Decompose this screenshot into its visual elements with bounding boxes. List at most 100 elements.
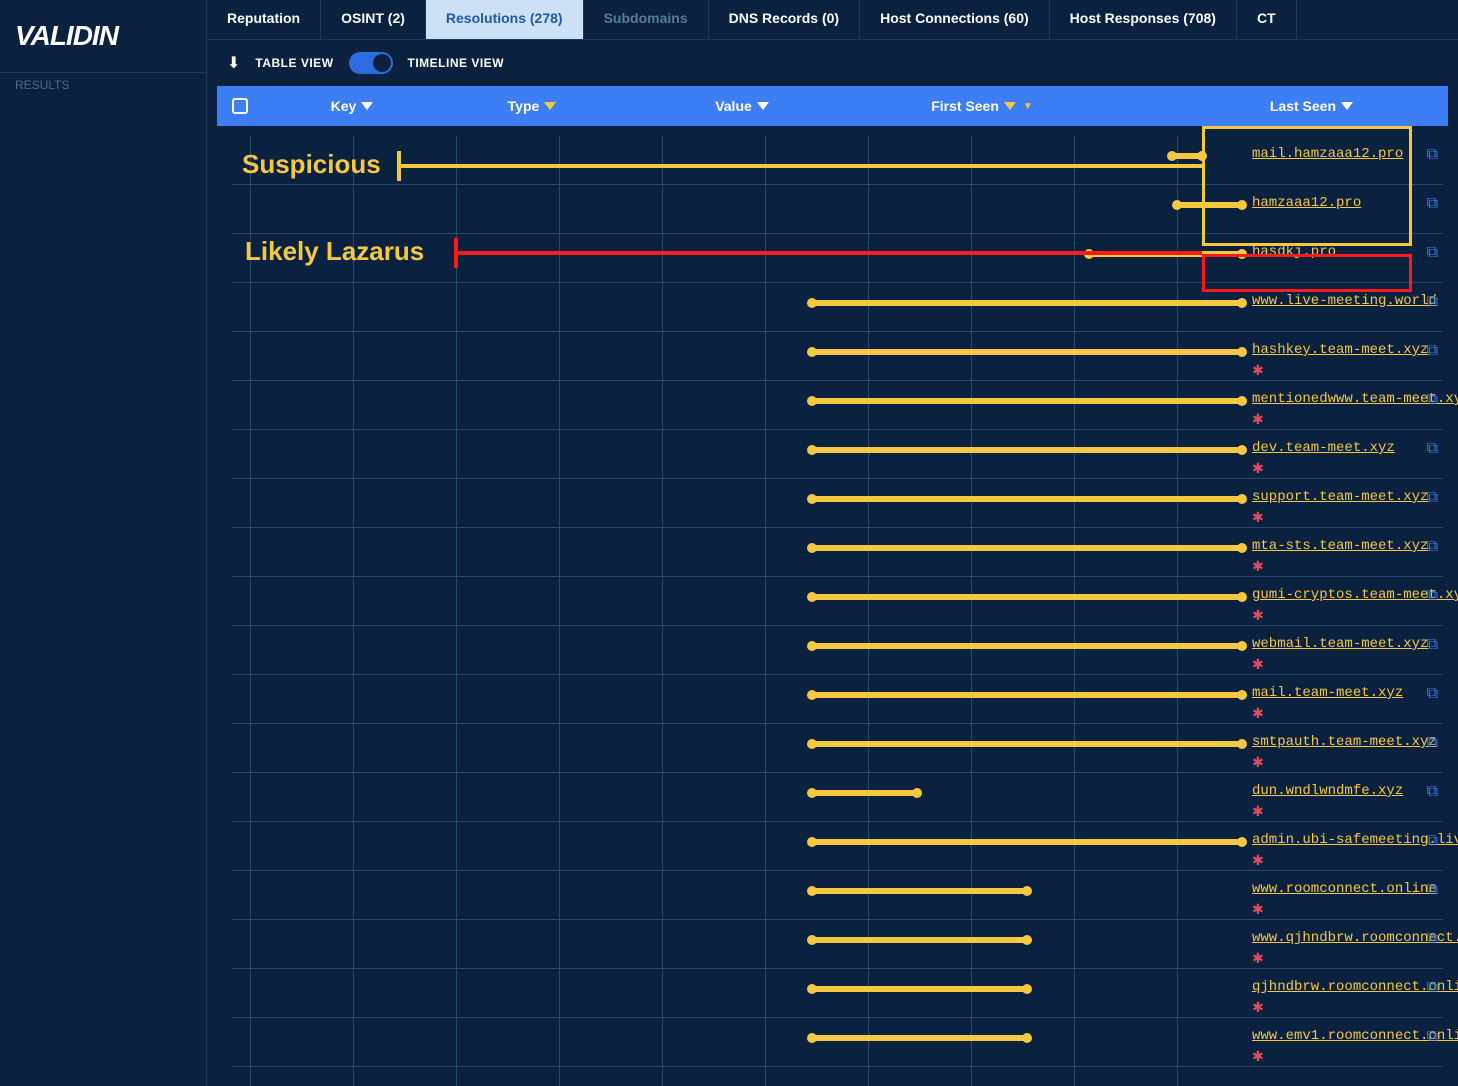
timeline-row: mentionedwww.team-meet.xyz⧉✱ bbox=[232, 381, 1443, 430]
copy-icon[interactable]: ⧉ bbox=[1427, 636, 1438, 654]
copy-icon[interactable]: ⧉ bbox=[1427, 146, 1438, 164]
column-type-label: Type bbox=[508, 98, 540, 114]
virus-icon[interactable]: ✱ bbox=[1252, 901, 1264, 918]
view-toggle[interactable] bbox=[349, 52, 393, 74]
timeline-dot-end bbox=[1237, 739, 1247, 749]
timeline-row: admin.ubi-safemeeting.live⧉✱ bbox=[232, 822, 1443, 871]
timeline-row: smtpauth.team-meet.xyz⧉ ✱ bbox=[232, 724, 1443, 773]
copy-icon[interactable]: ⧉ bbox=[1427, 391, 1438, 409]
toggle-knob bbox=[373, 54, 391, 72]
select-all-checkbox[interactable] bbox=[232, 98, 248, 114]
table-view-label[interactable]: TABLE VIEW bbox=[255, 56, 333, 70]
copy-icon[interactable]: ⧉ bbox=[1427, 685, 1438, 703]
tab-0[interactable]: Reputation bbox=[207, 0, 321, 39]
domain-link[interactable]: mta-sts.team-meet.xyz bbox=[1252, 538, 1428, 554]
download-icon[interactable]: ⬇ bbox=[227, 53, 240, 73]
copy-icon[interactable]: ⧉ bbox=[1427, 489, 1438, 507]
domain-link[interactable]: www.roomconnect.online bbox=[1252, 881, 1437, 897]
timeline-row: www.qjhndbrw.roomconnect.onli⧉✱ bbox=[232, 920, 1443, 969]
tab-7[interactable]: CT bbox=[1237, 0, 1297, 39]
copy-icon[interactable]: ⧉ bbox=[1427, 832, 1438, 850]
copy-icon[interactable]: ⧉ bbox=[1427, 440, 1438, 458]
virus-icon[interactable]: ✱ bbox=[1252, 460, 1264, 477]
copy-icon[interactable]: ⧉ bbox=[1427, 293, 1438, 311]
timeline-dot-start bbox=[807, 1033, 817, 1043]
copy-icon[interactable]: ⧉ bbox=[1427, 195, 1438, 213]
timeline-dot-start bbox=[807, 690, 817, 700]
column-key[interactable]: Key bbox=[272, 98, 432, 114]
domain-link[interactable]: support.team-meet.xyz bbox=[1252, 489, 1428, 505]
copy-icon[interactable]: ⧉ bbox=[1427, 979, 1438, 997]
domain-link[interactable]: webmail.team-meet.xyz bbox=[1252, 636, 1428, 652]
main-content: ReputationOSINT (2)Resolutions (278)Subd… bbox=[207, 0, 1458, 1086]
annotation-box-suspicious bbox=[1202, 126, 1412, 246]
domain-link[interactable]: hashkey.team-meet.xyz bbox=[1252, 342, 1428, 358]
brand-logo: VALIDIN bbox=[0, 0, 206, 73]
timeline-dot-start bbox=[1167, 151, 1177, 161]
domain-link[interactable]: dev.team-meet.xyz bbox=[1252, 440, 1395, 456]
column-firstseen-label: First Seen bbox=[931, 98, 999, 114]
copy-icon[interactable]: ⧉ bbox=[1427, 342, 1438, 360]
filter-icon bbox=[1341, 102, 1353, 110]
tab-3[interactable]: Subdomains bbox=[584, 0, 709, 39]
virus-icon[interactable]: ✱ bbox=[1252, 607, 1264, 624]
timeline-dot-start bbox=[807, 445, 817, 455]
copy-icon[interactable]: ⧉ bbox=[1427, 587, 1438, 605]
timeline-dot-start bbox=[807, 543, 817, 553]
copy-icon[interactable]: ⧉ bbox=[1427, 881, 1438, 899]
timeline-dot-end bbox=[1237, 690, 1247, 700]
virus-icon[interactable]: ✱ bbox=[1252, 411, 1264, 428]
virus-icon[interactable]: ✱ bbox=[1252, 999, 1264, 1016]
virus-icon[interactable]: ✱ bbox=[1252, 950, 1264, 967]
timeline-dot-start bbox=[807, 641, 817, 651]
timeline-bar bbox=[812, 692, 1242, 698]
virus-icon[interactable]: ✱ bbox=[1252, 803, 1264, 820]
tab-2[interactable]: Resolutions (278) bbox=[426, 0, 584, 39]
annotation-suspicious: Suspicious bbox=[242, 149, 381, 180]
virus-icon[interactable]: ✱ bbox=[1252, 852, 1264, 869]
column-key-label: Key bbox=[331, 98, 357, 114]
timeline-dot-start bbox=[807, 347, 817, 357]
timeline-view-label[interactable]: TIMELINE VIEW bbox=[408, 56, 505, 70]
copy-icon[interactable]: ⧉ bbox=[1427, 930, 1438, 948]
virus-icon[interactable]: ✱ bbox=[1252, 362, 1264, 379]
timeline-row: dev.team-meet.xyz ⧉ ✱ bbox=[232, 430, 1443, 479]
timeline-bar bbox=[812, 545, 1242, 551]
tab-5[interactable]: Host Connections (60) bbox=[860, 0, 1050, 39]
column-value[interactable]: Value bbox=[632, 98, 852, 114]
virus-icon[interactable]: ✱ bbox=[1252, 705, 1264, 722]
column-type[interactable]: Type bbox=[432, 98, 632, 114]
virus-icon[interactable]: ✱ bbox=[1252, 558, 1264, 575]
domain-link[interactable]: dun.wndlwndmfe.xyz bbox=[1252, 783, 1403, 799]
copy-icon[interactable]: ⧉ bbox=[1427, 538, 1438, 556]
copy-icon[interactable]: ⧉ bbox=[1427, 244, 1438, 262]
copy-icon[interactable]: ⧉ bbox=[1427, 783, 1438, 801]
domain-link[interactable]: www.live-meeting.world bbox=[1252, 293, 1437, 309]
domain-link[interactable]: smtpauth.team-meet.xyz bbox=[1252, 734, 1437, 750]
tab-6[interactable]: Host Responses (708) bbox=[1050, 0, 1237, 39]
tab-1[interactable]: OSINT (2) bbox=[321, 0, 426, 39]
virus-icon[interactable]: ✱ bbox=[1252, 656, 1264, 673]
timeline-dot-end bbox=[1237, 445, 1247, 455]
timeline-dot-end bbox=[1022, 886, 1032, 896]
filter-icon bbox=[1004, 102, 1016, 110]
tab-4[interactable]: DNS Records (0) bbox=[709, 0, 860, 39]
virus-icon[interactable]: ✱ bbox=[1252, 1048, 1264, 1065]
column-firstseen[interactable]: First Seen ▼ bbox=[852, 98, 1112, 114]
timeline-dot-end bbox=[912, 788, 922, 798]
timeline-bar bbox=[812, 594, 1242, 600]
tabs-bar: ReputationOSINT (2)Resolutions (278)Subd… bbox=[207, 0, 1458, 40]
timeline-dot-end bbox=[1237, 641, 1247, 651]
timeline-dot-end bbox=[1237, 543, 1247, 553]
virus-icon[interactable]: ✱ bbox=[1252, 509, 1264, 526]
copy-icon[interactable]: ⧉ bbox=[1427, 1028, 1438, 1046]
timeline-dot-end bbox=[1022, 1033, 1032, 1043]
select-all-cell bbox=[232, 98, 272, 114]
timeline-bar bbox=[812, 349, 1242, 355]
virus-icon[interactable]: ✱ bbox=[1252, 754, 1264, 771]
copy-icon[interactable]: ⧉ bbox=[1427, 734, 1438, 752]
timeline-dot-start bbox=[807, 592, 817, 602]
sidebar: VALIDIN RESULTS bbox=[0, 0, 207, 1086]
column-lastseen[interactable]: Last Seen bbox=[1112, 98, 1433, 114]
domain-link[interactable]: mail.team-meet.xyz bbox=[1252, 685, 1403, 701]
